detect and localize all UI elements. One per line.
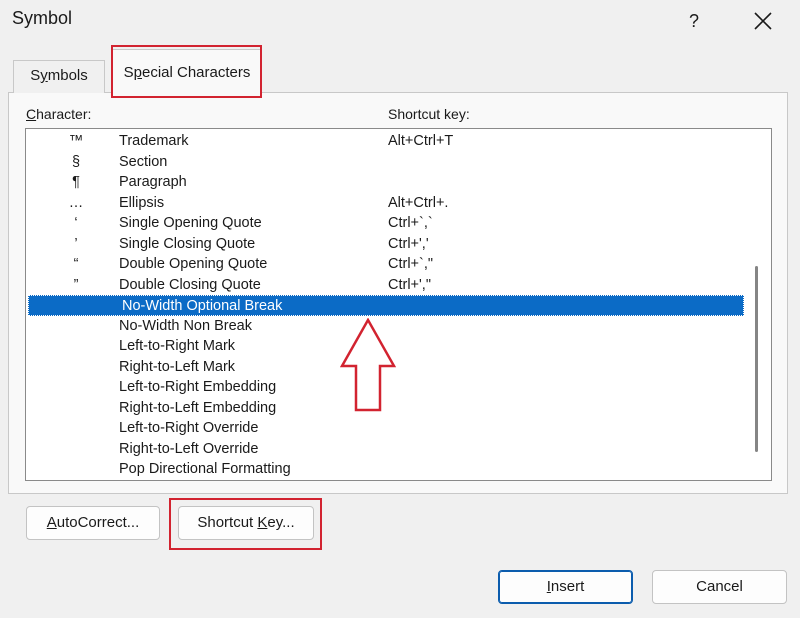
dialog-title: Symbol [12,8,73,28]
character-name: Single Closing Quote [119,235,256,252]
character-glyph: ‘ [74,215,78,231]
character-name: Paragraph [119,174,187,190]
list-item[interactable]: “ Double Opening Quote Ctrl+`," [26,254,744,275]
list-item[interactable]: ’ Single Closing Quote Ctrl+',' [26,234,744,255]
character-glyph: ™ [68,133,84,149]
character-name: Left-to-Right Override [119,420,259,436]
character-glyph: ¶ [72,174,80,190]
character-glyph: ” [73,276,79,293]
shortcut-button-highlight-box [169,498,322,550]
shortcut-key: Ctrl+`,` [388,215,433,231]
character-name: Section [119,153,168,170]
insert-button[interactable]: Insert [498,570,633,604]
character-header-accel: C [26,106,37,122]
autocorrect-label: utoCorrect... [56,514,140,531]
scrollbar[interactable] [745,130,770,479]
character-name: Right-to-Left Override [119,440,259,457]
character-name: Right-to-Left Embedding [119,399,277,416]
character-header-text: haracter: [36,106,92,122]
character-glyph: “ [73,256,79,272]
character-name: No-Width Non Break [119,317,252,334]
autocorrect-accel: A [46,514,57,531]
scrollbar-thumb[interactable] [755,266,758,452]
character-name: Double Closing Quote [119,276,261,293]
character-glyph: § [71,153,81,170]
list-item[interactable]: ™ Trademark Alt+Ctrl+T [26,131,744,152]
list-item[interactable]: Pop Directional Formatting [26,459,744,480]
list-item[interactable]: ¶ Paragraph [26,172,744,193]
character-name: Double Opening Quote [119,256,268,272]
character-column-header: Character: [26,106,91,122]
tab-highlight-box [111,45,262,98]
list-item[interactable]: ‘ Single Opening Quote Ctrl+`,` [26,213,744,234]
character-name: No-Width Optional Break [122,298,283,314]
autocorrect-button[interactable]: AutoCorrect... [26,506,160,540]
shortcut-key: Ctrl+',' [388,235,429,252]
tab-symbols-label-accel: y [40,67,48,84]
character-name: Left-to-Right Embedding [119,379,277,395]
character-name: Ellipsis [119,194,165,211]
insert-label: nsert [550,578,585,595]
character-glyph: … [68,194,84,211]
character-name: Pop Directional Formatting [119,461,291,477]
character-name: Single Opening Quote [119,215,262,231]
up-arrow-annotation [340,318,396,412]
list-item[interactable]: Left-to-Right Override [26,418,744,439]
list-item[interactable]: § Section [26,152,744,173]
tab-symbols[interactable]: Symbols [13,60,105,93]
help-button[interactable]: ? [680,8,708,34]
list-item[interactable]: No-Width Optional Break [28,295,744,316]
special-characters-list[interactable]: ™ Trademark Alt+Ctrl+T § Section ¶ Paragraph … E… [25,128,772,481]
character-glyph: ’ [74,235,78,252]
shortcut-key: Ctrl+`," [388,256,434,272]
character-name: Left-to-Right Mark [119,338,236,354]
close-button[interactable] [746,6,780,36]
list-item[interactable]: … Ellipsis Alt+Ctrl+. [26,193,744,214]
cancel-button[interactable]: Cancel [652,570,787,604]
close-icon [754,12,772,30]
tab-symbols-label-b: mbols [47,67,88,84]
character-name: Right-to-Left Mark [119,358,236,375]
shortcut-key: Alt+Ctrl+. [388,194,449,211]
tab-symbols-label-a: S [30,67,41,84]
character-name: Trademark [119,133,189,149]
shortcut-key: Ctrl+'," [388,276,431,293]
shortcut-key: Alt+Ctrl+T [388,133,454,149]
list-item[interactable]: ” Double Closing Quote Ctrl+'," [26,275,744,296]
list-item[interactable]: Right-to-Left Override [26,439,744,460]
shortcut-column-header: Shortcut key: [388,106,470,122]
